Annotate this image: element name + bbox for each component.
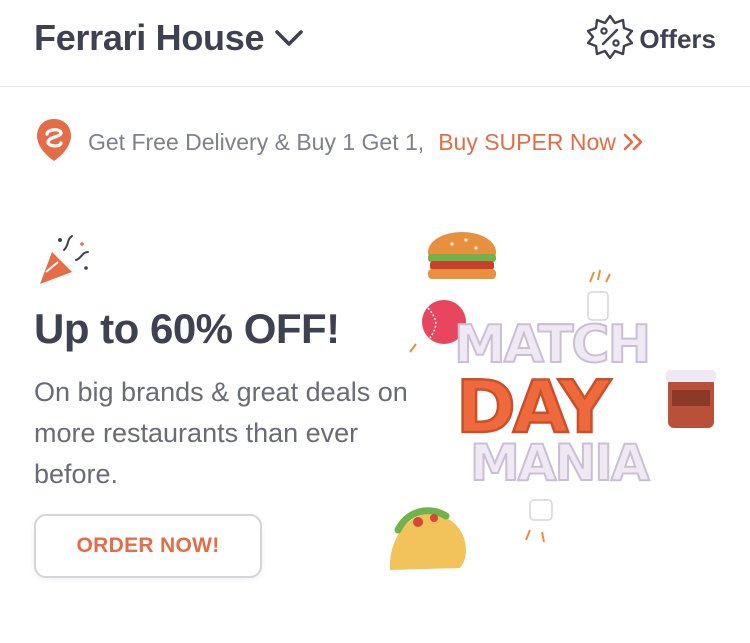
offers-label: Offers: [639, 24, 716, 54]
order-now-button[interactable]: ORDER NOW!: [34, 514, 262, 578]
bails-icon: [587, 269, 611, 321]
buy-super-label: Buy SUPER Now: [438, 128, 616, 155]
double-chevron-right-icon: [623, 133, 643, 151]
buy-super-link[interactable]: Buy SUPER Now: [438, 129, 646, 156]
chevron-down-icon: [274, 28, 304, 53]
promo-subtext: On big brands & great deals on more rest…: [34, 377, 408, 489]
super-offer-text: Get Free Delivery & Buy 1 Get 1,: [88, 128, 425, 155]
swiggy-super-logo-icon: [34, 117, 74, 168]
percent-badge-icon: [587, 14, 634, 65]
party-popper-icon: [36, 232, 92, 293]
taco-icon: [389, 507, 466, 570]
top-header: Ferrari House Offers: [0, 0, 750, 87]
match-day-mania-illustration: MATCH DAY MANIA: [380, 210, 740, 590]
super-membership-strip[interactable]: Get Free Delivery & Buy 1 Get 1, Buy SUP…: [34, 118, 646, 166]
svg-text:MANIA: MANIA: [470, 434, 650, 492]
coffee-cup-icon: [666, 370, 716, 428]
location-title: Ferrari House: [34, 17, 265, 58]
promo-headline: Up to 60% OFF!: [34, 305, 340, 352]
burger-icon: [428, 232, 496, 279]
location-selector[interactable]: Ferrari House: [34, 17, 304, 59]
offers-button[interactable]: Offers: [587, 14, 716, 65]
